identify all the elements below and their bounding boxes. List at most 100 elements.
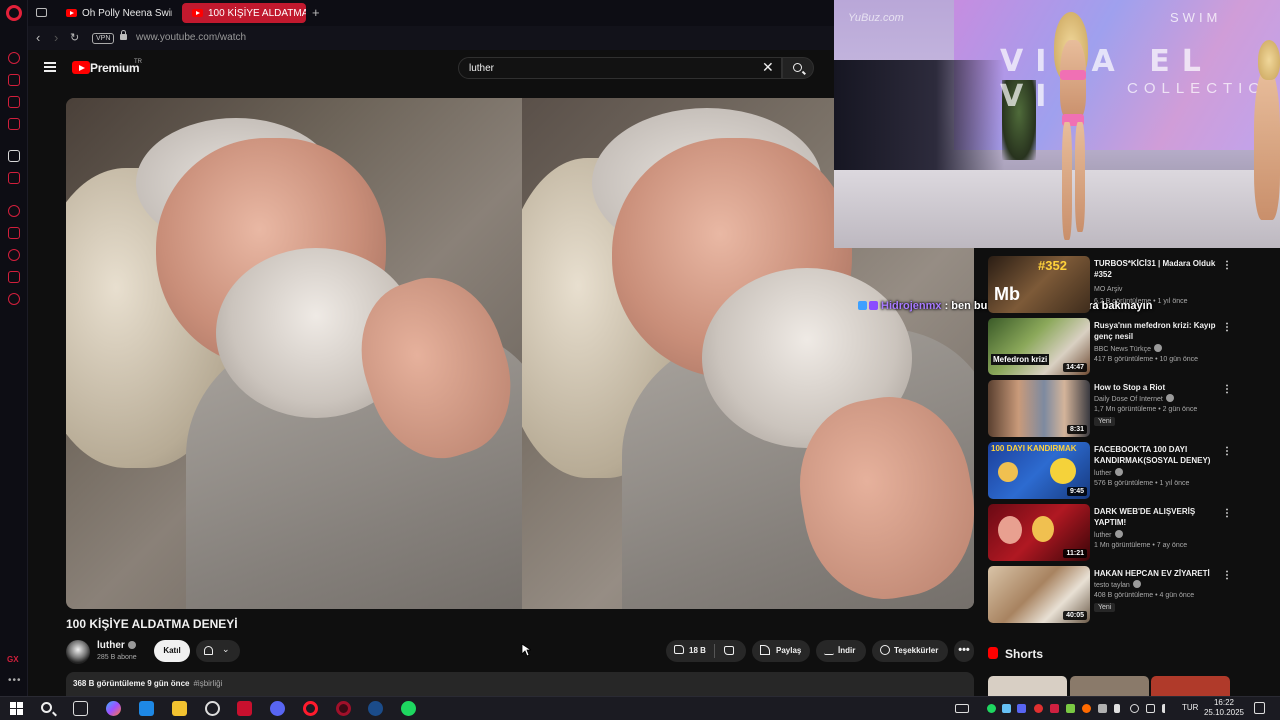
more-options-icon[interactable]: ⋮ — [1222, 384, 1232, 395]
mail-icon[interactable] — [139, 701, 154, 716]
video-thumbnail[interactable]: 11:21 — [988, 504, 1090, 561]
tray-app-icon[interactable] — [1098, 704, 1107, 713]
more-options-icon[interactable]: ⋮ — [1222, 508, 1232, 519]
like-icon[interactable] — [674, 645, 684, 654]
tray-app-icon[interactable] — [1050, 704, 1059, 713]
tray-expand-icon[interactable] — [955, 704, 969, 713]
gx-label[interactable]: GX — [7, 655, 19, 664]
sidebar-more-icon[interactable]: ••• — [8, 675, 22, 686]
opera-icon[interactable] — [303, 701, 318, 716]
task-view-icon[interactable] — [73, 701, 88, 716]
language-indicator[interactable]: TUR — [1182, 703, 1198, 712]
history-icon[interactable] — [8, 205, 20, 217]
spotify-icon[interactable] — [401, 701, 416, 716]
video-thumbnail[interactable]: Mefedron krizi 14:47 — [988, 318, 1090, 375]
hashtag-link[interactable]: #işbirliği — [193, 679, 222, 688]
share-button[interactable]: Paylaş — [752, 640, 810, 662]
more-options-icon[interactable]: ⋮ — [1222, 446, 1232, 457]
shorts-thumbnail[interactable] — [988, 676, 1067, 696]
aria-icon[interactable] — [8, 52, 20, 64]
video-thumbnail[interactable]: #352 Mb — [988, 256, 1090, 313]
rec-channel[interactable]: luther — [1094, 468, 1123, 477]
rec-title[interactable]: How to Stop a Riot — [1094, 382, 1216, 393]
vpn-badge[interactable]: VPN — [92, 33, 115, 44]
discord-icon[interactable] — [270, 701, 285, 716]
volume-icon[interactable] — [1162, 704, 1171, 713]
news-app-icon[interactable] — [237, 701, 252, 716]
tray-app-icon[interactable] — [1082, 704, 1091, 713]
join-button[interactable]: Katıl — [154, 640, 190, 662]
tab-oh-polly[interactable]: Oh Polly Neena Swimwear — [56, 3, 172, 23]
rec-channel[interactable]: Daily Dose Of Internet — [1094, 394, 1174, 403]
shorts-thumbnail[interactable] — [1070, 676, 1149, 696]
twitch-icon[interactable] — [8, 172, 20, 184]
rec-channel-text[interactable]: luther — [1094, 470, 1112, 477]
rec-channel-text[interactable]: Daily Dose Of Internet — [1094, 396, 1163, 403]
menu-icon[interactable] — [44, 62, 56, 72]
thanks-button[interactable]: Teşekkürler — [872, 640, 948, 662]
channel-name-text[interactable]: luther — [97, 640, 125, 651]
tray-app-icon[interactable] — [1130, 704, 1139, 713]
youtube-logo-icon[interactable] — [72, 61, 90, 74]
shorts-thumbnail[interactable] — [1151, 676, 1230, 696]
notification-bell-button[interactable]: ⌄ — [196, 640, 240, 662]
network-icon[interactable] — [1146, 704, 1155, 713]
opera-gx-icon[interactable] — [336, 701, 351, 716]
workspace-icon[interactable] — [8, 74, 20, 86]
pinboard-icon[interactable] — [8, 150, 20, 162]
rec-channel[interactable]: MO Arşiv — [1094, 286, 1122, 293]
rec-channel-text[interactable]: BBC News Türkçe — [1094, 346, 1151, 353]
forward-icon[interactable]: › — [54, 30, 58, 45]
list-item[interactable]: Mefedron krizi 14:47 Rusya'nın mefedron … — [988, 318, 1238, 376]
tab-switcher-icon[interactable] — [36, 8, 47, 17]
taskbar-search-icon[interactable] — [41, 702, 52, 713]
tray-app-icon[interactable] — [1066, 704, 1075, 713]
tray-spotify-icon[interactable] — [987, 704, 996, 713]
rec-title[interactable]: FACEBOOK'TA 100 DAYI KANDIRMAK(SOSYAL DE… — [1094, 444, 1216, 466]
back-icon[interactable]: ‹ — [36, 30, 40, 45]
more-options-icon[interactable]: ⋮ — [1222, 570, 1232, 581]
clock-time[interactable]: 16:22 — [1206, 698, 1242, 707]
rec-title[interactable]: TURBOS*KİCİ31 | Madara Olduk #352 — [1094, 258, 1216, 280]
microphone-icon[interactable] — [1114, 704, 1120, 713]
list-item[interactable]: 8:31 How to Stop a Riot Daily Dose Of In… — [988, 380, 1238, 438]
picture-in-picture-window[interactable]: YuBuz.com SWIM VIVA EL VI COLLECTIO — [834, 0, 1280, 248]
description-box[interactable]: 368 B görüntüleme 9 gün önce #işbirliği — [66, 672, 974, 696]
list-item[interactable]: 100 DAYI KANDIRMAK 9:45 FACEBOOK'TA 100 … — [988, 442, 1238, 500]
bookmarks-icon[interactable] — [8, 227, 20, 239]
copilot-icon[interactable] — [106, 701, 121, 716]
list-item[interactable]: 40:05 HAKAN HEPCAN EV ZİYARETİ testo tay… — [988, 566, 1238, 624]
clock-icon[interactable] — [8, 249, 20, 261]
shorts-header[interactable]: Shorts — [988, 647, 1043, 661]
steam-icon[interactable] — [368, 701, 383, 716]
news-icon[interactable] — [8, 118, 20, 130]
video-thumbnail[interactable]: 100 DAYI KANDIRMAK 9:45 — [988, 442, 1090, 499]
url-field[interactable]: www.youtube.com/watch — [136, 32, 246, 43]
more-actions-button[interactable]: ••• — [954, 640, 974, 662]
reload-icon[interactable]: ↻ — [70, 31, 79, 44]
logo-text[interactable]: Premium — [90, 61, 140, 75]
wallet-icon[interactable] — [8, 96, 20, 108]
rec-title[interactable]: Rusya'nın mefedron krizi: Kayıp genç nes… — [1094, 320, 1216, 342]
search-button[interactable] — [782, 57, 814, 79]
settings-icon[interactable] — [8, 293, 20, 305]
clear-search-icon[interactable]: ✕ — [762, 59, 774, 76]
more-options-icon[interactable]: ⋮ — [1222, 322, 1232, 333]
channel-avatar[interactable] — [66, 640, 90, 664]
list-item[interactable]: #352 Mb TURBOS*KİCİ31 | Madara Olduk #35… — [988, 256, 1238, 314]
lock-icon[interactable] — [120, 30, 127, 40]
like-count[interactable]: 18 B — [689, 646, 706, 655]
tray-steam-icon[interactable] — [1002, 704, 1011, 713]
file-explorer-icon[interactable] — [172, 701, 187, 716]
search-input[interactable]: luther — [458, 57, 782, 79]
rec-channel[interactable]: BBC News Türkçe — [1094, 344, 1163, 353]
dislike-icon[interactable] — [724, 646, 734, 655]
video-thumbnail[interactable]: 40:05 — [988, 566, 1090, 623]
rec-channel[interactable]: luther — [1094, 530, 1123, 539]
channel-name[interactable]: luther — [97, 640, 136, 651]
clock-date[interactable]: 25.10.2025 — [1200, 708, 1248, 717]
opera-logo-icon[interactable] — [6, 5, 22, 21]
rec-channel-text[interactable]: luther — [1094, 532, 1112, 539]
rec-channel-text[interactable]: testo taylan — [1094, 582, 1130, 589]
tray-app-icon[interactable] — [1034, 704, 1043, 713]
